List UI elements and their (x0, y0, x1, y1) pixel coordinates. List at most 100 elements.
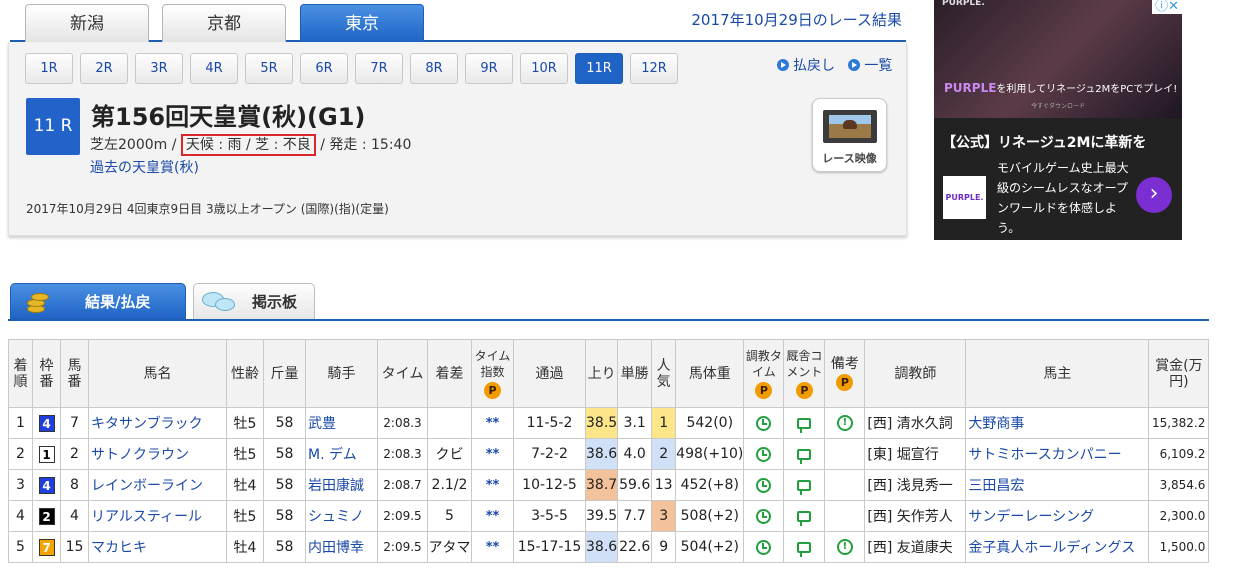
race-button-3r[interactable]: 3R (135, 53, 183, 84)
passing-cell: 7-2-2 (513, 438, 586, 470)
owner-link[interactable]: 三田昌宏 (968, 478, 1024, 494)
header-jockey: 騎手 (305, 339, 378, 408)
trainer-cell: [西] 矢作芳人 (864, 500, 967, 532)
sex-age-cell: 牡4 (226, 469, 264, 501)
time-cell: 2:09.5 (377, 500, 428, 532)
jockey-link[interactable]: 岩田康誠 (308, 478, 364, 494)
note-cell (824, 438, 866, 470)
owner-link[interactable]: サンデーレーシング (968, 509, 1094, 525)
clock-icon[interactable] (756, 508, 772, 524)
clock-icon[interactable] (756, 477, 772, 493)
owner-link[interactable]: 大野商事 (968, 416, 1024, 432)
trainer-link[interactable]: [西] 友道康夫 (867, 540, 952, 556)
trainer-link[interactable]: [西] 矢作芳人 (867, 509, 952, 525)
comment-icon[interactable] (797, 541, 812, 557)
sex-age-cell: 牡4 (226, 531, 264, 563)
prize-cell: 15,382.2 (1148, 407, 1210, 439)
exclamation-icon[interactable]: ! (836, 415, 853, 431)
race-button-5r[interactable]: 5R (245, 53, 293, 84)
race-button-1r[interactable]: 1R (25, 53, 73, 84)
race-video-button[interactable]: レース映像 (812, 98, 887, 172)
race-button-6r[interactable]: 6R (300, 53, 348, 84)
trainer-cell: [西] 浅見秀一 (864, 469, 967, 501)
tab-niigata[interactable]: 新潟 (25, 4, 149, 42)
chat-bubble-icon (202, 290, 236, 312)
weight-cell: 58 (263, 407, 306, 439)
video-label: レース映像 (822, 152, 877, 165)
prize-cell: 1,500.0 (1148, 531, 1210, 563)
ad-logo: PURPLE. (943, 176, 986, 219)
race-button-12r[interactable]: 12R (630, 53, 678, 84)
race-button-4r[interactable]: 4R (190, 53, 238, 84)
trainer-link[interactable]: [西] 浅見秀一 (867, 478, 952, 494)
jockey-link[interactable]: シュミノ (308, 509, 364, 525)
header-odds: 単勝 (617, 339, 653, 408)
prize-cell: 6,109.2 (1148, 438, 1210, 470)
comment-icon[interactable] (797, 479, 812, 495)
header-trainer: 調教師 (864, 339, 967, 408)
table-row: 4 2 4 リアルスティール 牡5 58 シュミノ 2:09.5 5 ** 3-5-5 39.5 7.7… (8, 500, 1210, 532)
comment-icon[interactable] (797, 417, 812, 433)
body-weight-cell: 504(+2) (675, 531, 745, 563)
clock-icon[interactable] (756, 446, 772, 462)
jockey-link[interactable]: M. デム (308, 447, 357, 463)
race-button-9r[interactable]: 9R (465, 53, 513, 84)
horse-cell: マカヒキ (88, 531, 227, 563)
rank-cell: 2 (8, 438, 33, 470)
time-index-value: ** (485, 509, 500, 524)
time-index-value: ** (485, 416, 500, 431)
clock-icon[interactable] (756, 539, 772, 555)
note-cell (824, 469, 866, 501)
exclamation-icon[interactable]: ! (836, 539, 853, 555)
jockey-link[interactable]: 武豊 (308, 416, 336, 432)
frame-badge: 4 (38, 414, 55, 432)
frame-badge: 7 (38, 538, 55, 556)
body-weight-cell: 508(+2) (675, 500, 745, 532)
comment-icon[interactable] (797, 510, 812, 526)
horse-link[interactable]: キタサンブラック (91, 416, 203, 432)
race-button-10r[interactable]: 10R (520, 53, 568, 84)
training-time-cell (743, 500, 785, 532)
prize-cell: 2,300.0 (1148, 500, 1210, 532)
header-weight: 斤量 (263, 339, 306, 408)
owner-link[interactable]: 金子真人ホールディングス (968, 540, 1135, 556)
trainer-link[interactable]: [西] 清水久詞 (867, 416, 952, 432)
race-button-2r[interactable]: 2R (80, 53, 128, 84)
race-button-8r[interactable]: 8R (410, 53, 458, 84)
header-body-weight: 馬体重 (675, 339, 745, 408)
tab-tokyo[interactable]: 東京 (300, 4, 424, 42)
race-button-11r[interactable]: 11R (575, 53, 623, 84)
last3f-cell: 38.6 (584, 438, 619, 470)
tab-kyoto[interactable]: 京都 (162, 4, 286, 42)
list-link[interactable]: 一覧 (864, 58, 892, 74)
trainer-link[interactable]: [東] 堀宣行 (867, 447, 938, 463)
advertisement[interactable]: PURPLE. ⓘ✕ PURPLEを利用してリネージュ2MをPCでプレイ! 今す… (934, 0, 1182, 240)
stable-comment-cell (783, 531, 826, 563)
horse-link[interactable]: リアルスティール (91, 509, 202, 525)
clock-icon[interactable] (756, 415, 772, 431)
comment-icon[interactable] (797, 448, 812, 464)
passing-cell: 15-17-15 (513, 531, 586, 563)
top-links: 払戻し 一覧 (777, 55, 892, 75)
course-text: 芝左2000m (90, 137, 168, 153)
last3f-cell: 39.5 (584, 500, 619, 532)
horse-link[interactable]: マカヒキ (91, 540, 147, 556)
past-races-link[interactable]: 過去の天皇賞(秋) (90, 157, 199, 177)
ad-close-icon[interactable]: ⓘ✕ (1152, 0, 1182, 14)
jockey-link[interactable]: 内田博幸 (308, 540, 364, 556)
jockey-cell: シュミノ (305, 500, 378, 532)
premium-icon: P (836, 374, 854, 391)
tab-results[interactable]: 結果/払戻 (10, 283, 186, 319)
horse-link[interactable]: レインボーライン (91, 478, 203, 494)
last3f-cell: 38.5 (584, 407, 619, 439)
note-cell (824, 500, 866, 532)
odds-cell: 4.0 (617, 438, 653, 470)
horse-link[interactable]: サトノクラウン (91, 447, 189, 463)
race-button-7r[interactable]: 7R (355, 53, 403, 84)
header-prize: 賞金(万円) (1148, 339, 1210, 408)
refund-link[interactable]: 払戻し (793, 58, 835, 74)
tab-board[interactable]: 掲示板 (193, 283, 315, 319)
ad-arrow-button[interactable]: › (1136, 177, 1172, 213)
time-index-value: ** (485, 447, 500, 462)
owner-link[interactable]: サトミホースカンパニー (968, 447, 1121, 463)
